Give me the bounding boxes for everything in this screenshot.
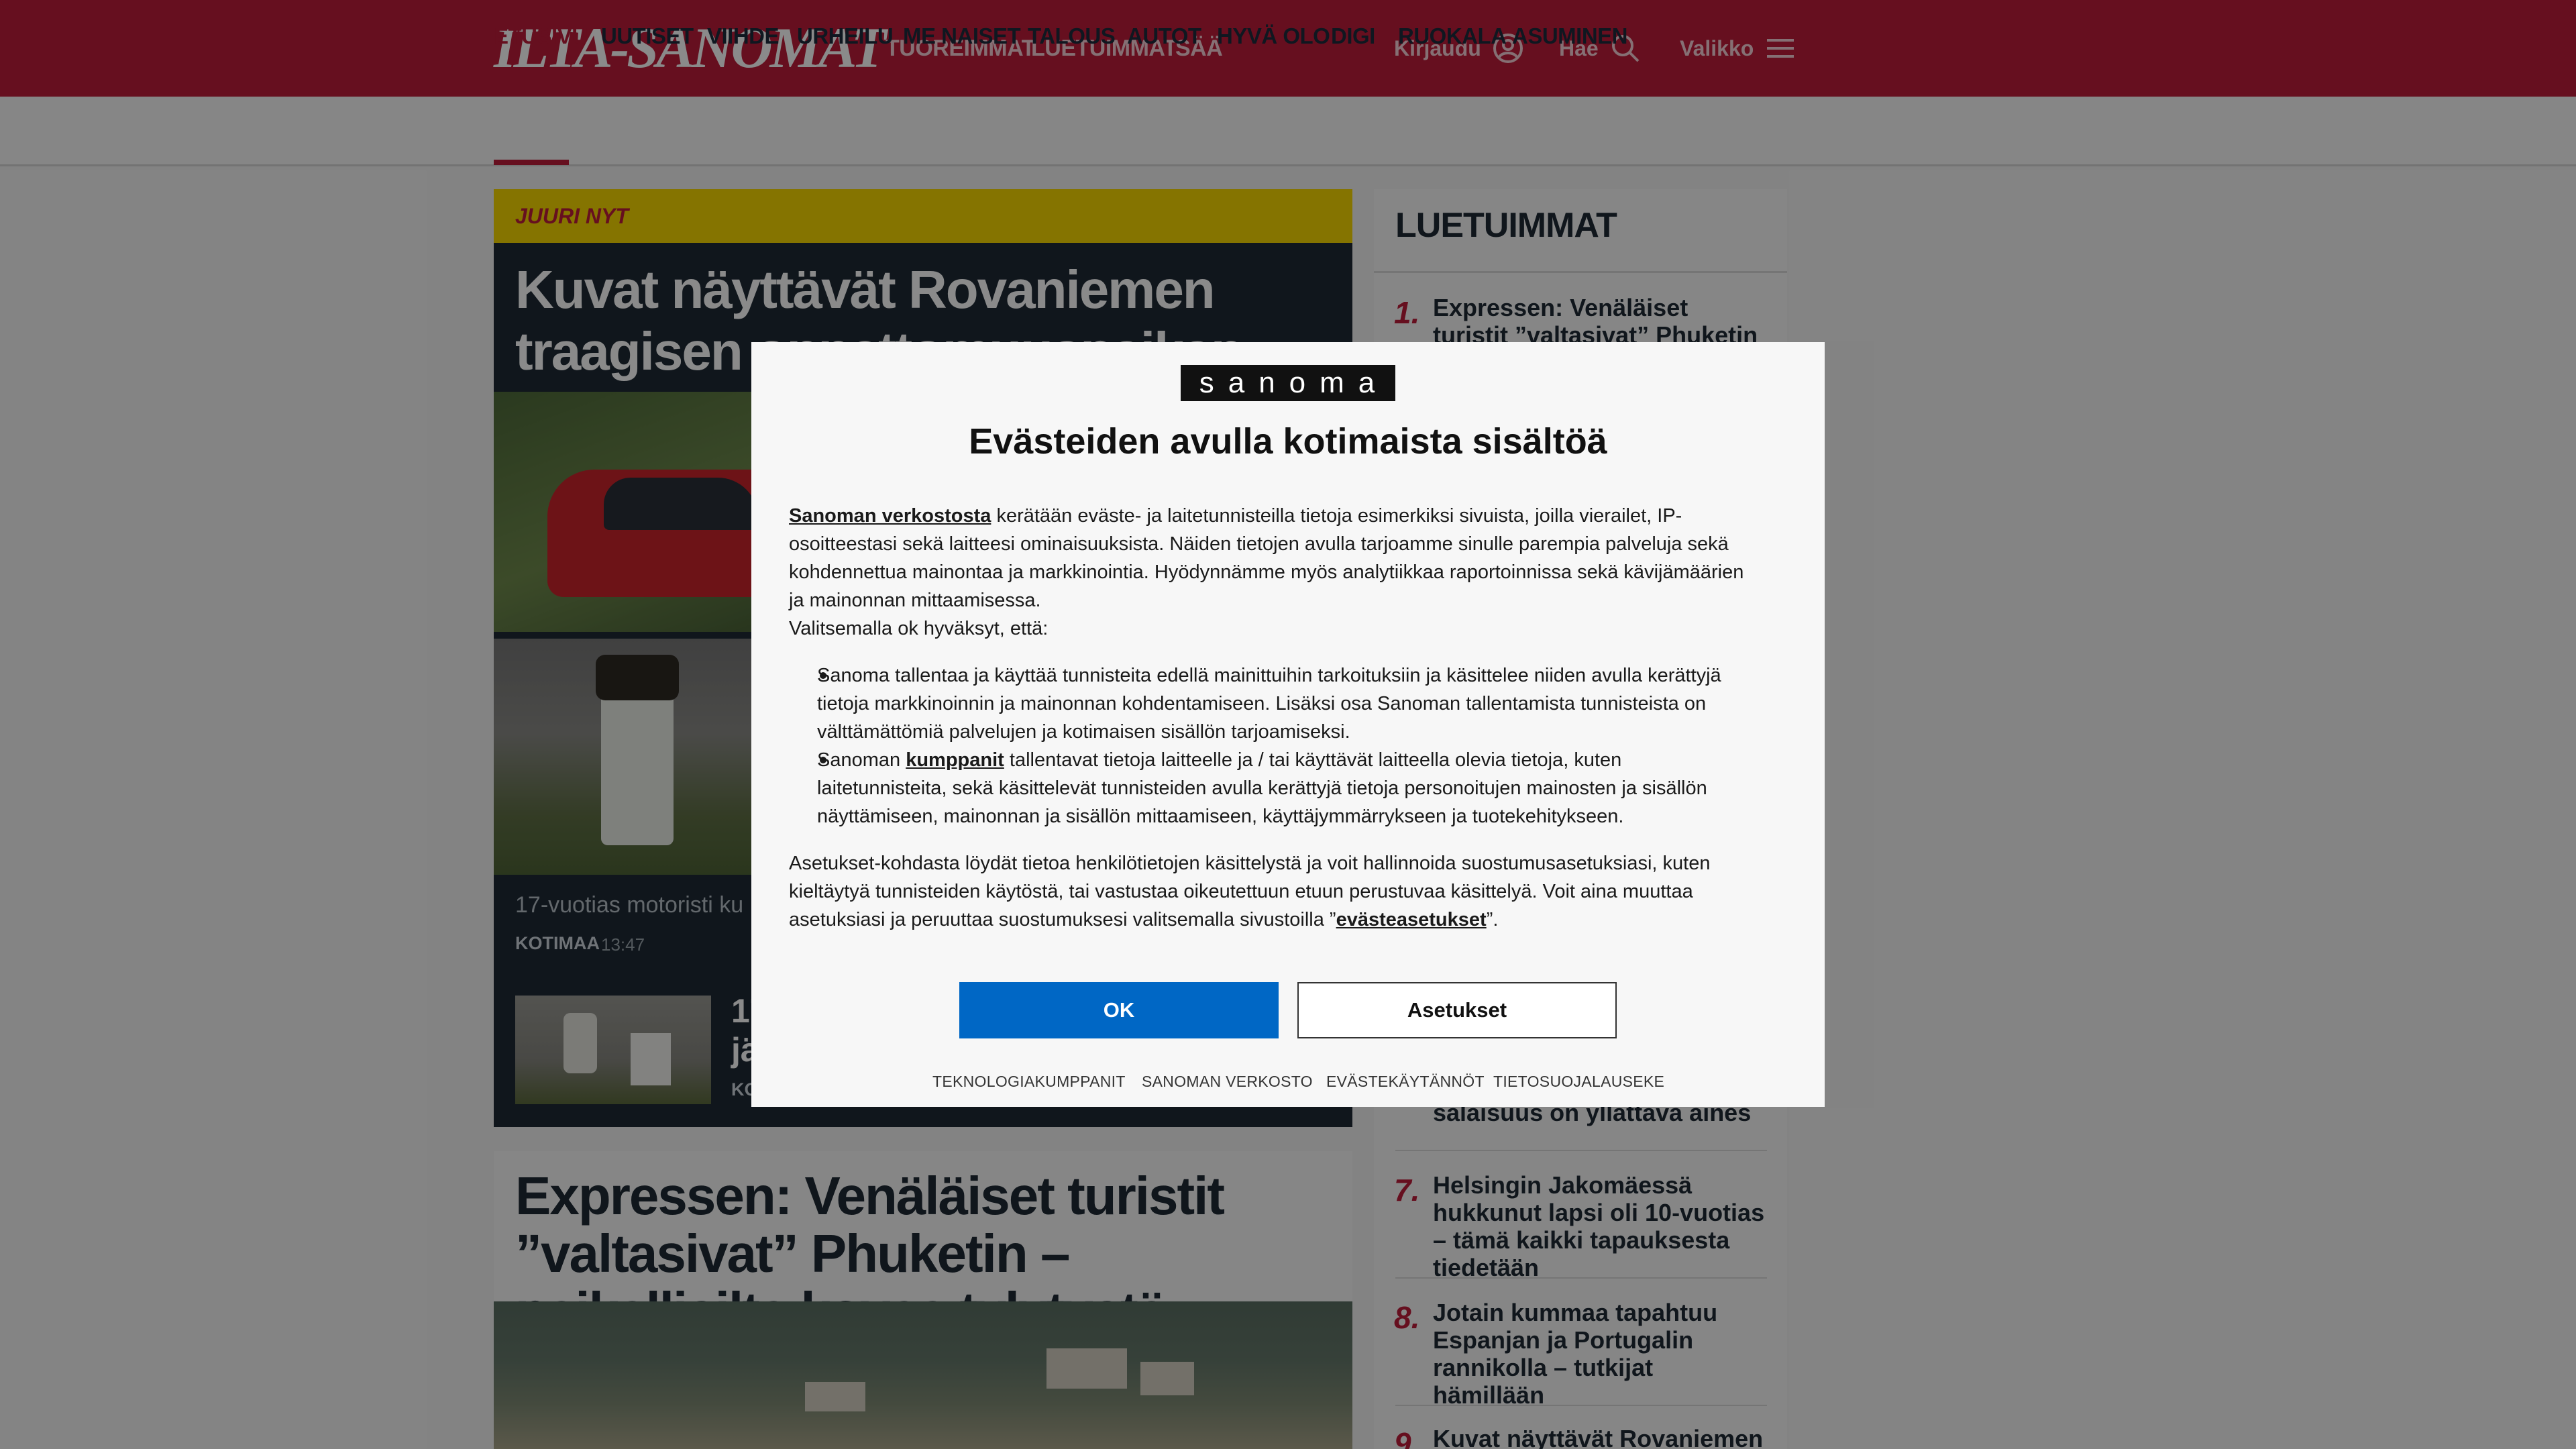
link-cookie-policy[interactable]: EVÄSTEKÄYTÄNNÖT [1326, 1071, 1485, 1092]
consent-bullet-2: Sanoman kumppanit tallentavat tietoja la… [817, 749, 1622, 771]
network-link[interactable]: Sanoman verkostosta [789, 505, 991, 527]
consent-bullet-1-line2: tietoja markkinoinnin ja mainonnan kohde… [817, 693, 1707, 714]
settings-button[interactable]: Asetukset [1297, 982, 1617, 1038]
link-technology-partners[interactable]: TEKNOLOGIAKUMPPANIT [932, 1071, 1126, 1092]
consent-paragraph-2: Valitsemalla ok hyväksyt, että: [789, 618, 1049, 639]
consent-paragraph-1: Sanoman verkostosta kerätään eväste- ja … [789, 505, 1682, 527]
consent-bullet-1: Sanoma tallentaa ja käyttää tunnisteita … [817, 665, 1721, 686]
consent-paragraph-1-line3: kohdennettua mainontaa ja markkinointia.… [789, 561, 1744, 583]
consent-paragraph-1-line4: ja mainonnan mittaamisessa. [789, 590, 1041, 611]
sanoma-logo: sanoma [1181, 365, 1395, 401]
consent-title: Evästeiden avulla kotimaista sisältöä [969, 421, 1607, 462]
link-privacy-statement[interactable]: TIETOSUOJALAUSEKE [1493, 1071, 1664, 1092]
consent-bullet-1-line3: välttämättömiä palvelujen ja kotimaisen … [817, 721, 1350, 743]
consent-bullet-2-line2: laitetunnisteita, sekä käsittelevät tunn… [817, 777, 1707, 799]
consent-paragraph-1-line2: osoitteestasi sekä laitteesi ominaisuuks… [789, 533, 1729, 555]
consent-paragraph-3-line2: kieltäytyä tunnisteiden käytöstä, tai va… [789, 881, 1693, 902]
consent-bullet-2-line3: näyttämiseen, mainonnan ja sisällön mitt… [817, 806, 1624, 827]
consent-paragraph-3: Asetukset-kohdasta löydät tietoa henkilö… [789, 853, 1711, 874]
link-sanoma-network[interactable]: SANOMAN VERKOSTO [1142, 1071, 1313, 1092]
partners-link[interactable]: kumppanit [906, 749, 1004, 771]
ok-button[interactable]: OK [959, 982, 1279, 1038]
cookie-settings-link[interactable]: evästeasetukset [1336, 909, 1487, 930]
consent-paragraph-3-line3: asetuksiasi ja peruuttaa suostumuksesi v… [789, 909, 1499, 930]
